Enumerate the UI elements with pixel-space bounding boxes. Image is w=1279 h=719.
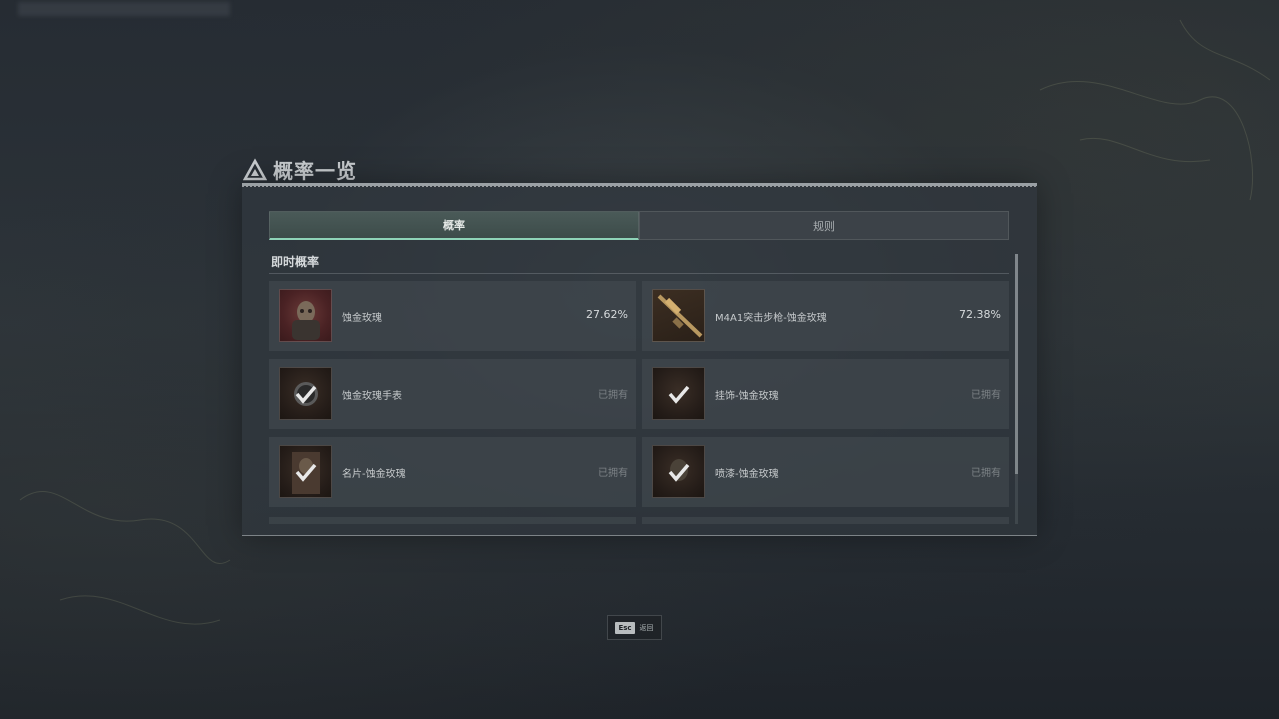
list-item-partial[interactable]: [269, 517, 636, 524]
item-name: 挂饰-蚀金玫瑰: [715, 391, 779, 402]
back-button[interactable]: Esc 返回: [607, 615, 662, 640]
scrollbar-thumb[interactable]: [1015, 254, 1018, 474]
back-label: 返回: [639, 623, 654, 632]
list-item[interactable]: 挂饰-蚀金玫瑰 已拥有: [642, 359, 1009, 429]
item-owned-status: 已拥有: [598, 468, 628, 479]
item-name: 喷漆-蚀金玫瑰: [715, 469, 779, 480]
section-divider: [269, 273, 1009, 274]
list-item[interactable]: 喷漆-蚀金玫瑰 已拥有: [642, 437, 1009, 507]
page-title: 概率一览: [273, 159, 357, 183]
blurred-header-text: [18, 2, 230, 16]
item-name: 蚀金玫瑰手表: [342, 391, 402, 402]
list-item[interactable]: M4A1突击步枪-蚀金玫瑰 72.38%: [642, 281, 1009, 351]
item-name: 蚀金玫瑰: [342, 313, 382, 324]
triangle-logo-icon: [243, 157, 267, 180]
item-name: M4A1突击步枪-蚀金玫瑰: [715, 313, 827, 324]
spray-icon: [652, 445, 705, 498]
esc-key-icon: Esc: [615, 621, 635, 634]
list-item-partial[interactable]: [642, 517, 1009, 524]
list-item[interactable]: 蚀金玫瑰手表 已拥有: [269, 359, 636, 429]
item-owned-status: 已拥有: [598, 390, 628, 401]
reward-list[interactable]: 蚀金玫瑰 27.62% M4A1突击步枪-蚀金玫瑰 72.38% 蚀金玫瑰手表 …: [269, 281, 1009, 524]
tab-rules[interactable]: 规则: [639, 211, 1009, 240]
tab-bar: 概率 规则: [269, 211, 1009, 240]
watch-icon: [279, 367, 332, 420]
list-item[interactable]: 名片-蚀金玫瑰 已拥有: [269, 437, 636, 507]
operator-skin-icon: [279, 289, 332, 342]
owned-check-icon: [668, 385, 689, 404]
charm-icon: [652, 367, 705, 420]
page-header: 概率一览: [243, 155, 357, 184]
item-probability: 72.38%: [959, 308, 1001, 321]
tab-probability[interactable]: 概率: [269, 211, 639, 240]
section-title: 即时概率: [271, 255, 320, 269]
item-owned-status: 已拥有: [971, 390, 1001, 401]
owned-check-icon: [668, 463, 689, 482]
rifle-icon: [652, 289, 705, 342]
owned-check-icon: [295, 385, 316, 404]
item-owned-status: 已拥有: [971, 468, 1001, 479]
owned-check-icon: [295, 463, 316, 482]
list-item[interactable]: 蚀金玫瑰 27.62%: [269, 281, 636, 351]
probability-panel: 概率 规则 即时概率 蚀金玫瑰 27.62% M4A1突击步枪-蚀金玫瑰 72.…: [242, 183, 1037, 536]
card-icon: [279, 445, 332, 498]
item-name: 名片-蚀金玫瑰: [342, 469, 406, 480]
list-scrollbar[interactable]: [1015, 254, 1018, 524]
item-probability: 27.62%: [586, 308, 628, 321]
